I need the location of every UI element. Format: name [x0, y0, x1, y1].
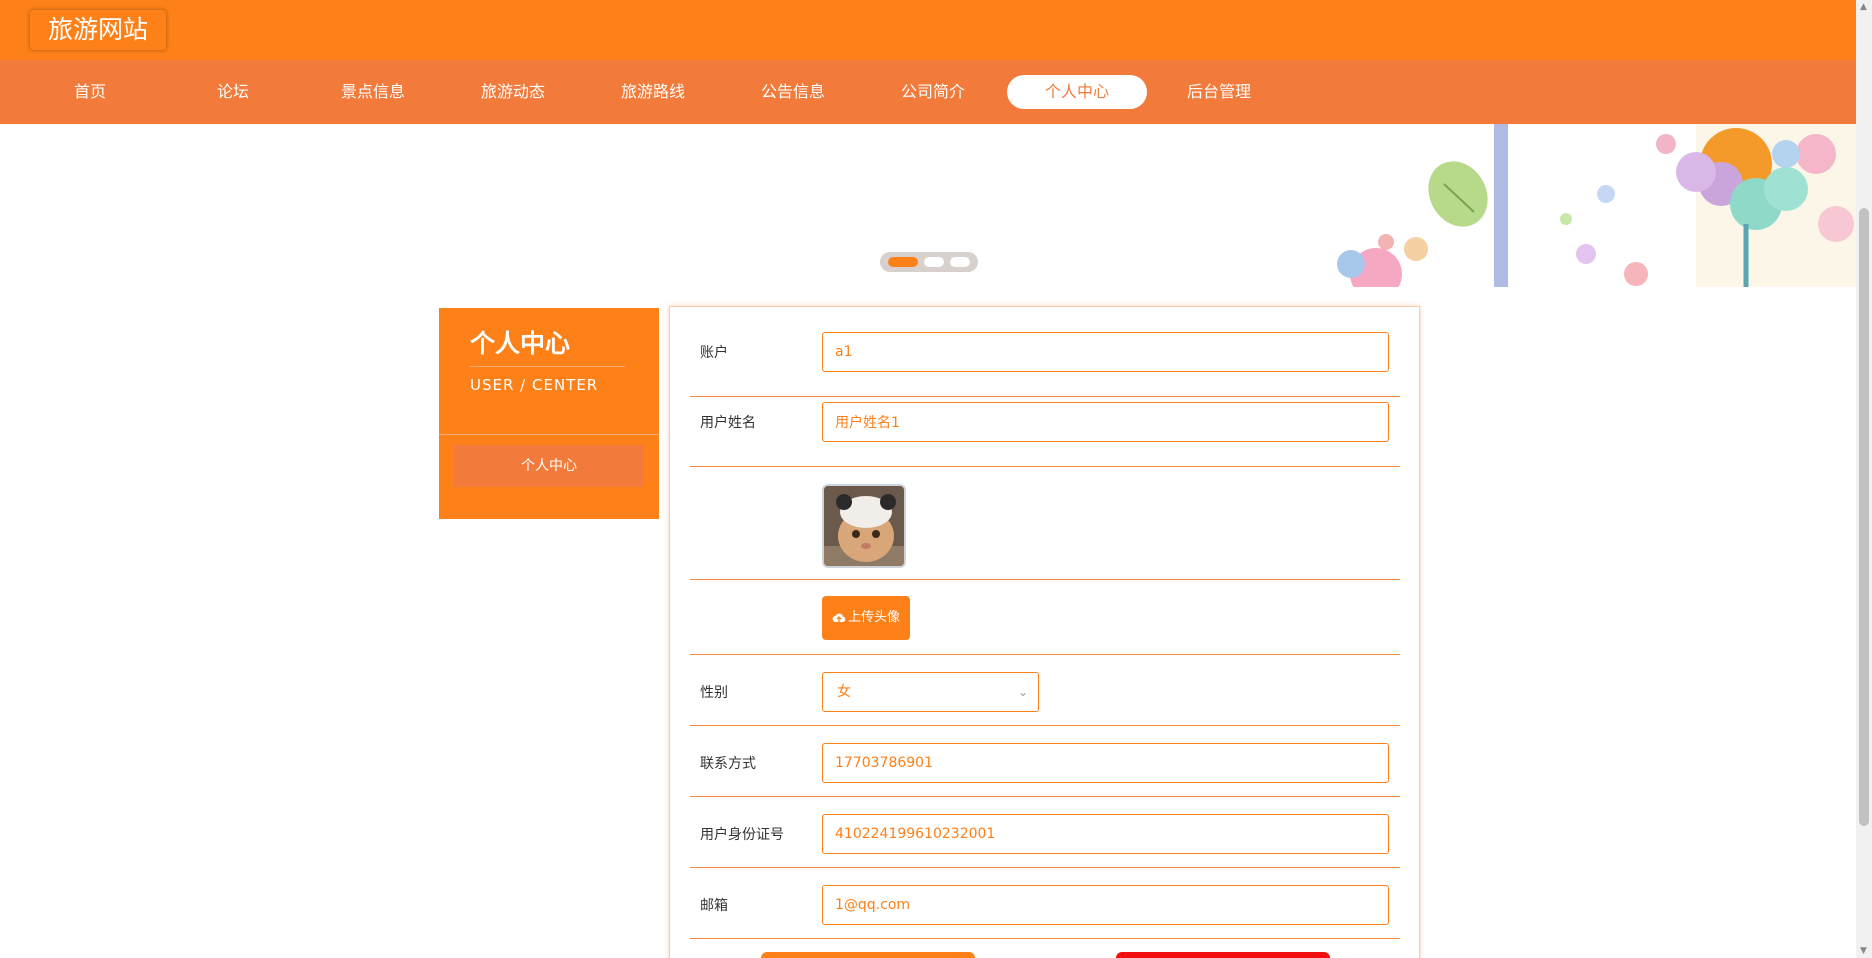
id-number-label: 用户身份证号 [700, 827, 784, 843]
form-row-avatar [690, 467, 1400, 580]
page-scrollbar[interactable]: ▲ ▼ [1856, 0, 1872, 958]
carousel-dot-1[interactable] [888, 257, 918, 267]
phone-label: 联系方式 [700, 756, 756, 772]
phone-input[interactable] [822, 743, 1389, 783]
nav-company-intro[interactable]: 公司简介 [863, 75, 1003, 109]
form-row-upload: 上传头像 [690, 580, 1400, 655]
sidebar-subtitle: USER / CENTER [470, 376, 599, 394]
nav-travel-routes[interactable]: 旅游路线 [583, 75, 723, 109]
flower-illustration [1316, 124, 1856, 287]
id-number-input[interactable] [822, 814, 1389, 854]
scroll-down-arrow-icon[interactable]: ▼ [1860, 946, 1867, 956]
chevron-down-icon: ⌄ [1017, 685, 1028, 699]
nav-announcements[interactable]: 公告信息 [723, 75, 863, 109]
email-input[interactable] [822, 885, 1389, 925]
username-label: 用户姓名 [700, 415, 756, 431]
profile-form: 账户 用户姓名 上传头像 [669, 306, 1420, 958]
main-nav: 首页 论坛 景点信息 旅游动态 旅游路线 公告信息 公司简介 个人中心 后台管理 [0, 60, 1856, 124]
nav-admin[interactable]: 后台管理 [1149, 75, 1289, 109]
site-header: 旅游网站 [0, 0, 1856, 60]
form-row-id-number: 用户身份证号 [690, 797, 1400, 868]
carousel-indicators [880, 252, 978, 272]
nav-scenic-info[interactable]: 景点信息 [303, 75, 443, 109]
gender-value: 女 [837, 684, 851, 700]
site-logo[interactable]: 旅游网站 [30, 10, 167, 50]
save-button[interactable] [761, 952, 975, 958]
carousel-banner [0, 124, 1856, 287]
form-row-username: 用户姓名 [690, 397, 1400, 467]
nav-personal-center[interactable]: 个人中心 [1007, 75, 1147, 109]
user-center-sidebar: 个人中心 USER / CENTER 个人中心 [439, 308, 659, 519]
sidebar-title: 个人中心 [470, 329, 571, 358]
avatar [822, 484, 906, 568]
account-label: 账户 [700, 345, 728, 361]
sidebar-divider [470, 366, 625, 367]
upload-avatar-button[interactable]: 上传头像 [822, 596, 911, 640]
sidebar-item-personal-center[interactable]: 个人中心 [454, 445, 644, 487]
nav-forum[interactable]: 论坛 [163, 75, 303, 109]
logout-button[interactable] [1116, 952, 1330, 958]
form-row-gender: 性别 女 ⌄ [690, 655, 1400, 726]
nav-travel-news[interactable]: 旅游动态 [443, 75, 583, 109]
sidebar-separator [439, 434, 659, 435]
form-row-account: 账户 [690, 327, 1400, 397]
nav-home[interactable]: 首页 [20, 75, 160, 109]
form-row-phone: 联系方式 [690, 726, 1400, 797]
form-row-email: 邮箱 [690, 868, 1400, 939]
cat-photo-icon [824, 486, 904, 566]
gender-select[interactable]: 女 ⌄ [822, 672, 1039, 712]
scrollbar-thumb[interactable] [1859, 208, 1869, 826]
upload-avatar-label: 上传头像 [848, 610, 901, 625]
username-input[interactable] [822, 402, 1389, 442]
account-input[interactable] [822, 332, 1389, 372]
carousel-dot-2[interactable] [924, 257, 944, 267]
scroll-up-arrow-icon[interactable]: ▲ [1860, 2, 1867, 12]
carousel-dot-3[interactable] [950, 257, 970, 267]
email-label: 邮箱 [700, 898, 728, 914]
gender-label: 性别 [700, 685, 728, 701]
cloud-upload-icon [832, 613, 846, 622]
